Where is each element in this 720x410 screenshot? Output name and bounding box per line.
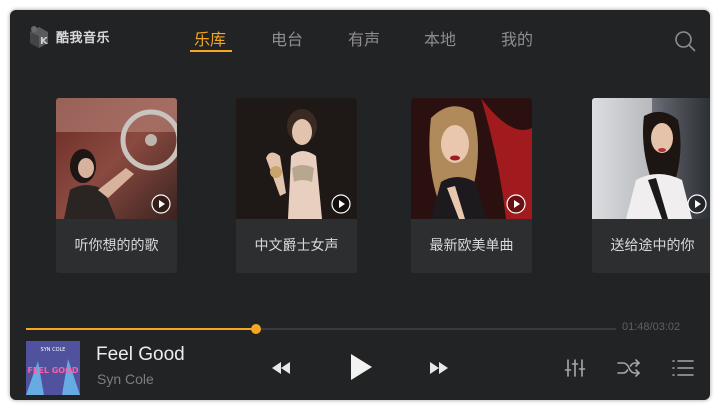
app-window: K 酷我音乐 乐库 电台 有声 本地 我的 听你想的的歌 中文爵士女声 最新欧美… (10, 10, 710, 400)
playlist-carousel: 听你想的的歌 中文爵士女声 最新欧美单曲 送给途中的你 (10, 98, 710, 276)
app-name: 酷我音乐 (56, 30, 111, 46)
tab-radio[interactable]: 电台 (271, 26, 303, 50)
search-icon[interactable] (674, 30, 696, 52)
playlist-icon[interactable] (672, 359, 694, 377)
playlist-title: 送给途中的你 (610, 238, 695, 254)
playlist-title: 最新欧美单曲 (429, 238, 514, 254)
progress-fill (26, 328, 257, 330)
play-icon[interactable] (331, 194, 351, 214)
previous-icon[interactable] (270, 360, 292, 376)
tab-audiobook[interactable]: 有声 (348, 26, 380, 50)
now-playing-artist: Syn Cole (97, 371, 154, 387)
progress-handle[interactable] (251, 324, 262, 334)
cover-artist-text: SYN COLE (41, 347, 66, 353)
playlist-title: 听你想的的歌 (74, 238, 159, 254)
playlist-card[interactable]: 送给途中的你 (592, 98, 710, 273)
next-icon[interactable] (428, 360, 450, 376)
play-icon[interactable] (687, 194, 707, 214)
playback-progress-bar[interactable] (26, 324, 616, 334)
shuffle-icon[interactable] (617, 359, 641, 377)
top-bar: K 酷我音乐 乐库 电台 有声 本地 我的 (10, 10, 710, 68)
playlist-title: 中文爵士女声 (254, 238, 339, 254)
playback-time: 01:48/03:02 (622, 321, 681, 333)
play-icon[interactable] (151, 194, 171, 214)
svg-text:K: K (40, 36, 49, 47)
active-tab-indicator (190, 50, 232, 52)
playlist-card[interactable]: 听你想的的歌 (56, 98, 177, 273)
album-cover[interactable]: SYN COLE FEEL GOOD (26, 341, 80, 395)
tab-local[interactable]: 本地 (424, 26, 456, 50)
equalizer-icon[interactable] (564, 358, 586, 378)
tab-music-library[interactable]: 乐库 (194, 26, 226, 50)
kuwo-logo-icon: K (30, 26, 49, 48)
play-pause-icon[interactable] (348, 352, 374, 382)
tab-mine[interactable]: 我的 (501, 26, 533, 50)
play-icon[interactable] (506, 194, 526, 214)
playlist-card[interactable]: 中文爵士女声 (236, 98, 357, 273)
now-playing-title: Feel Good (96, 344, 185, 365)
playlist-card[interactable]: 最新欧美单曲 (411, 98, 532, 273)
app-logo[interactable]: K 酷我音乐 (26, 23, 110, 49)
cover-title-text: FEEL GOOD (27, 366, 78, 375)
